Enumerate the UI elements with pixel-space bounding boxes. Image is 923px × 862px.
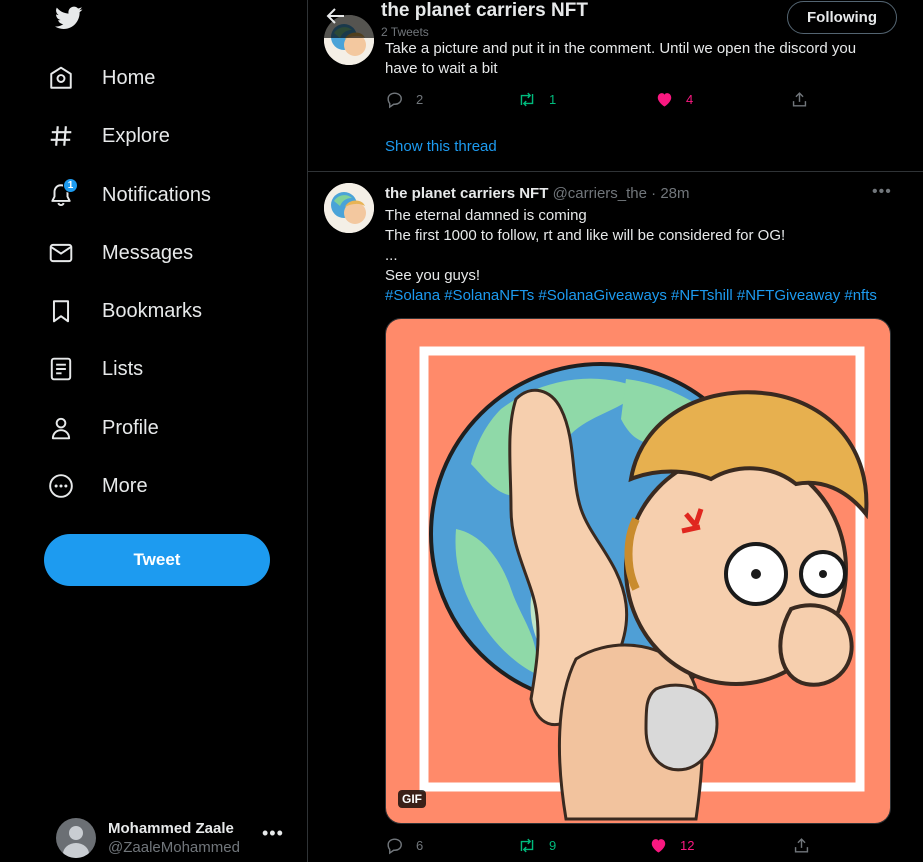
- show-thread-link[interactable]: Show this thread: [385, 138, 497, 155]
- avatar[interactable]: [324, 183, 374, 233]
- sidebar-item-label: Profile: [102, 416, 159, 439]
- retweet-icon: [520, 838, 534, 853]
- tweet-text: Take a picture and put it in the comment…: [385, 40, 857, 77]
- sidebar-item-notifications[interactable]: 1 Notifications: [48, 169, 229, 221]
- reply-icon: [387, 92, 402, 109]
- following-button[interactable]: Following: [787, 1, 897, 34]
- envelope-icon: [48, 238, 88, 268]
- retweet-count: 9: [549, 838, 557, 853]
- divider: [308, 171, 923, 172]
- share-button[interactable]: [790, 90, 809, 109]
- sidebar-item-lists[interactable]: Lists: [48, 343, 161, 395]
- home-icon: [48, 63, 88, 93]
- gif-badge: GIF: [398, 790, 426, 808]
- retweet-button[interactable]: 9: [517, 836, 556, 855]
- author-name[interactable]: the planet carriers NFT: [385, 185, 548, 202]
- sidebar-item-home[interactable]: Home: [48, 52, 173, 104]
- more-circle-icon: [48, 471, 88, 501]
- main-column: the planet carriers NFT 2 Tweets Followi…: [307, 0, 923, 862]
- sidebar-item-more[interactable]: More: [48, 460, 166, 512]
- sidebar-item-label: Notifications: [102, 183, 211, 206]
- hashtag-links[interactable]: #Solana #SolanaNFTs #SolanaGiveaways #NF…: [385, 286, 877, 306]
- bell-icon: 1: [48, 178, 88, 210]
- reply-button[interactable]: 6: [385, 836, 423, 855]
- sidebar-item-label: More: [102, 474, 148, 497]
- heart-icon: [657, 93, 672, 107]
- profile-header: the planet carriers NFT 2 Tweets Followi…: [308, 0, 923, 39]
- sidebar-item-label: Messages: [102, 241, 194, 264]
- sidebar-item-bookmarks[interactable]: Bookmarks: [48, 285, 220, 337]
- bookmark-icon: [48, 296, 88, 326]
- more-dots-icon[interactable]: •••: [262, 823, 284, 844]
- like-count: 12: [680, 838, 695, 853]
- sidebar: Home Explore 1 Notifications Messages Bo…: [0, 0, 307, 862]
- account-name: Mohammed Zaale: [108, 820, 234, 837]
- back-arrow-icon[interactable]: [324, 4, 348, 28]
- sidebar-item-label: Explore: [102, 124, 170, 147]
- sidebar-item-profile[interactable]: Profile: [48, 402, 177, 454]
- twitter-bird-icon[interactable]: [53, 4, 85, 32]
- like-button[interactable]: 12: [649, 836, 694, 855]
- account-handle: @ZaaleMohammed: [108, 839, 240, 856]
- tweet-actions: 6 9 12: [385, 836, 815, 858]
- retweet-icon: [520, 92, 534, 107]
- sidebar-item-label: Bookmarks: [102, 299, 203, 322]
- like-count: 4: [686, 92, 694, 107]
- reply-count: 6: [416, 838, 424, 853]
- page-title: the planet carriers NFT: [381, 0, 588, 21]
- share-icon: [792, 92, 807, 107]
- tweet-button[interactable]: Tweet: [44, 534, 270, 586]
- tweet-count: 2 Tweets: [381, 25, 429, 39]
- sidebar-item-label: Lists: [102, 357, 144, 380]
- heart-icon: [651, 839, 666, 853]
- tweet-media-gif[interactable]: GIF: [385, 318, 891, 824]
- list-icon: [48, 354, 88, 384]
- tweet-text: The eternal damned is coming The first 1…: [385, 207, 877, 306]
- tweet-header: the planet carriers NFT @carriers_the · …: [385, 184, 690, 204]
- notification-badge: 1: [63, 178, 78, 193]
- reply-count: 2: [416, 92, 424, 107]
- author-handle[interactable]: @carriers_the: [553, 185, 647, 202]
- sidebar-item-messages[interactable]: Messages: [48, 227, 211, 279]
- tweet-actions: 2 1 4: [385, 90, 815, 112]
- sidebar-item-label: Home: [102, 66, 156, 89]
- person-icon: [48, 413, 88, 443]
- like-button[interactable]: 4: [655, 90, 693, 109]
- gif-illustration: [386, 319, 890, 823]
- reply-button[interactable]: 2: [385, 90, 423, 109]
- more-dots-icon[interactable]: •••: [872, 183, 892, 201]
- sidebar-item-explore[interactable]: Explore: [48, 110, 188, 162]
- retweet-count: 1: [549, 92, 557, 107]
- tweet-time[interactable]: 28m: [660, 185, 689, 202]
- hashtag-icon: [48, 121, 88, 151]
- retweet-button[interactable]: 1: [517, 90, 556, 109]
- share-button[interactable]: [792, 836, 811, 855]
- reply-icon: [387, 838, 402, 855]
- meta-separator: ·: [651, 185, 657, 202]
- avatar: [56, 818, 96, 858]
- account-switcher[interactable]: Mohammed Zaale @ZaaleMohammed •••: [56, 815, 296, 861]
- share-icon: [794, 838, 809, 853]
